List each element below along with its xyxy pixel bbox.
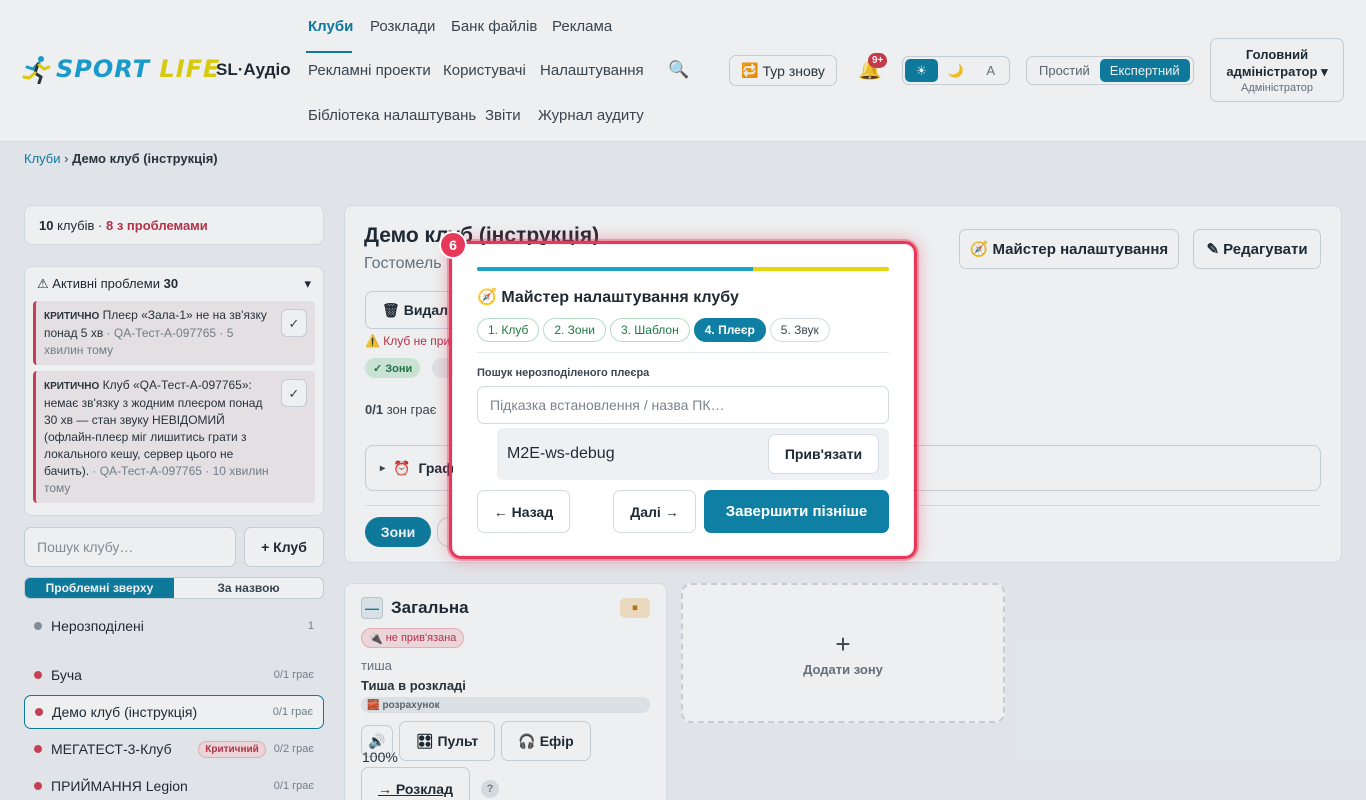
- wizard-step-player[interactable]: 4. Плеєр: [693, 318, 766, 342]
- player-name: M2E-ws-debug: [507, 445, 615, 462]
- wizard-next-button[interactable]: Далі →: [613, 490, 696, 533]
- wizard-progress-bar: [477, 267, 889, 271]
- tour-step-number: 6: [439, 231, 467, 259]
- wizard-step-template[interactable]: 3. Шаблон: [609, 318, 690, 342]
- setup-wizard-modal: 🧭 Майстер налаштування клубу 1. Клуб 2. …: [453, 245, 913, 555]
- wizard-finish-later-button[interactable]: Завершити пізніше: [704, 490, 889, 533]
- wizard-step-club[interactable]: 1. Клуб: [477, 318, 540, 342]
- bind-player-button[interactable]: Прив'язати: [768, 434, 879, 474]
- player-search-input[interactable]: [477, 386, 889, 424]
- player-search-label: Пошук нерозподіленого плеєра: [477, 367, 650, 379]
- wizard-title: 🧭 Майстер налаштування клубу: [477, 289, 739, 306]
- player-list-item: M2E-ws-debug Прив'язати: [497, 428, 889, 480]
- wizard-steps: 1. Клуб 2. Зони 3. Шаблон 4. Плеєр 5. Зв…: [477, 318, 830, 342]
- wizard-step-sound[interactable]: 5. Звук: [769, 318, 830, 342]
- divider: [477, 352, 889, 353]
- compass-icon: 🧭: [477, 289, 497, 306]
- wizard-back-button[interactable]: ← Назад: [477, 490, 570, 533]
- wizard-progress-fill: [477, 267, 754, 271]
- wizard-step-zones[interactable]: 2. Зони: [543, 318, 606, 342]
